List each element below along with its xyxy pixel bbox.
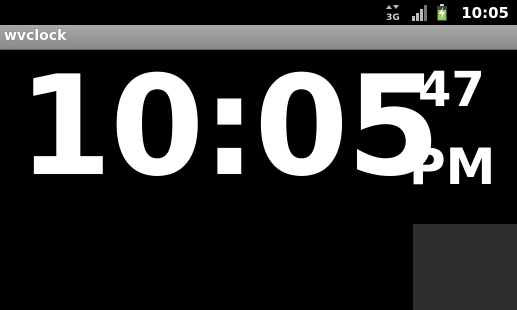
corner-panel — [413, 224, 517, 310]
clock-display[interactable]: 10:05 47 PM — [0, 50, 517, 310]
status-icons: 3G 10:05 — [385, 0, 509, 25]
network-type-label: 3G — [386, 13, 400, 22]
network-3g-icon: 3G — [385, 4, 401, 22]
clock-time: 10:05 — [18, 46, 441, 207]
clock-seconds: 47 — [418, 62, 485, 118]
app-title: wvclock — [4, 28, 67, 44]
status-bar: 3G 10:05 — [0, 0, 517, 25]
status-bar-time: 10:05 — [461, 3, 509, 22]
clock-ampm: PM — [409, 138, 496, 196]
signal-strength-icon — [411, 4, 428, 21]
battery-charging-icon — [437, 4, 448, 21]
